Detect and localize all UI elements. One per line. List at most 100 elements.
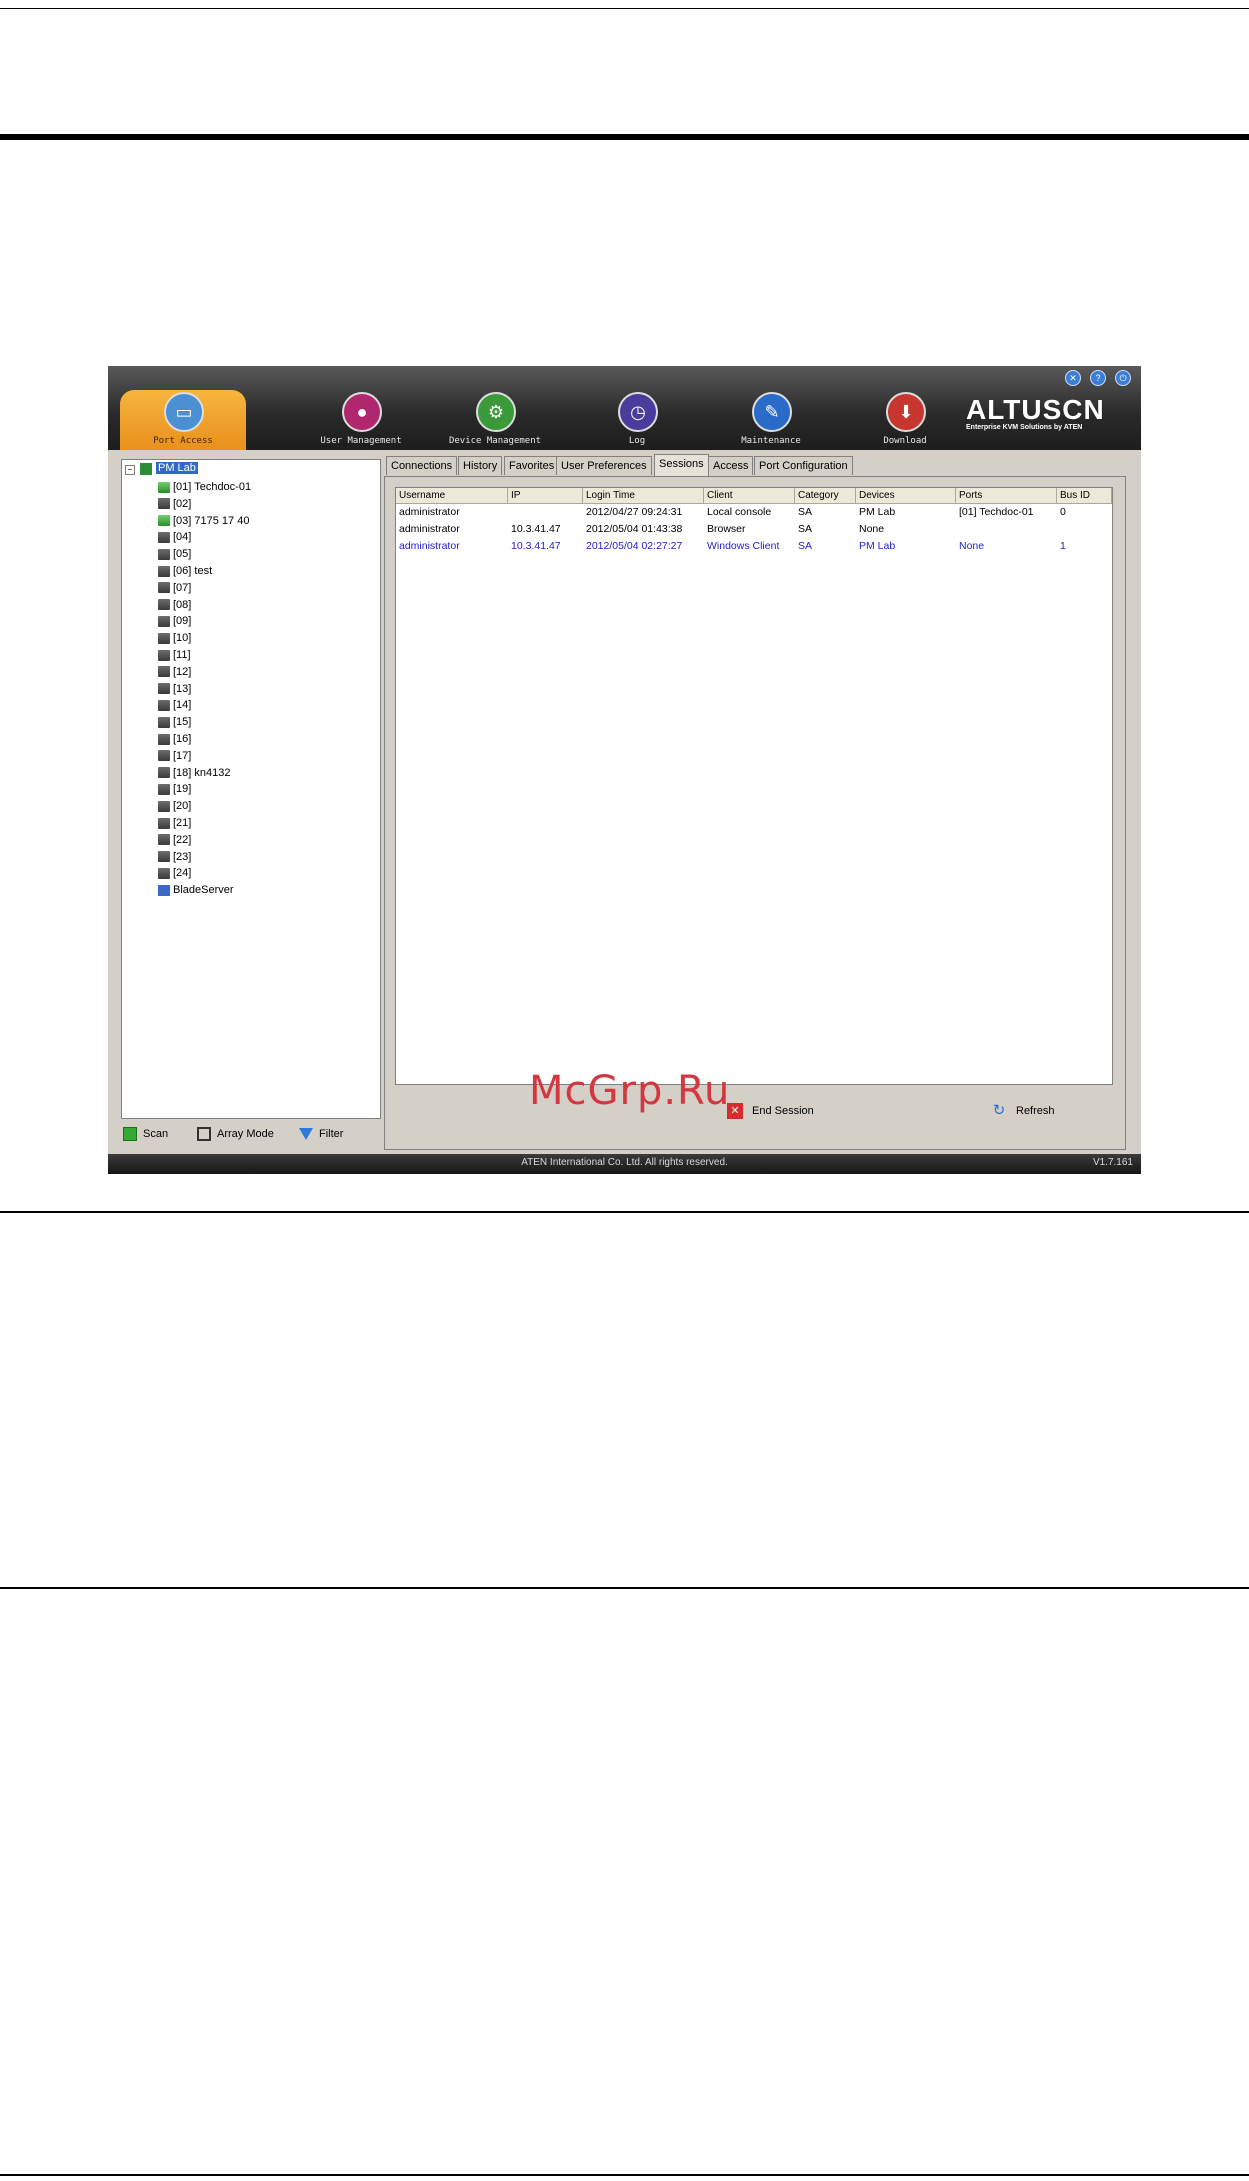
filter-icon <box>299 1128 313 1141</box>
computer-icon <box>158 615 170 627</box>
tree-item[interactable]: [10] <box>158 630 191 646</box>
nav-label: Maintenance <box>741 436 801 446</box>
tree-item[interactable]: [11] <box>158 647 191 663</box>
collapse-icon[interactable]: − <box>125 465 135 475</box>
tab-favorites[interactable]: Favorites <box>504 456 560 475</box>
cell-client: Browser <box>707 523 746 535</box>
users-icon: ● <box>342 392 382 432</box>
cell-ip: 10.3.41.47 <box>511 523 561 535</box>
tree-item-label: [20] <box>173 800 192 813</box>
tree-item-label: BladeServer <box>173 884 234 897</box>
brand-tagline: Enterprise KVM Solutions by ATEN <box>966 424 1083 431</box>
tree-item[interactable]: [01] Techdoc-01 <box>158 479 251 495</box>
column-header-login-time[interactable]: Login Time <box>583 488 704 503</box>
cell-devices: None <box>859 523 885 535</box>
tree-item[interactable]: [24] <box>158 865 191 881</box>
tree-item[interactable]: [18] kn4132 <box>158 765 231 781</box>
log-clock-icon: ◷ <box>618 392 658 432</box>
tab-history[interactable]: History <box>458 456 503 475</box>
tab-user-preferences[interactable]: User Preferences <box>556 456 652 475</box>
table-row[interactable]: administrator 10.3.41.47 2012/05/04 01:4… <box>396 521 1112 538</box>
tab-access[interactable]: Access <box>708 456 754 475</box>
tree-item-label: [16] <box>173 733 192 745</box>
cell-ports <box>956 521 959 538</box>
table-row-current-session[interactable]: administrator 10.3.41.47 2012/05/04 02:2… <box>396 538 1112 555</box>
array-mode-label: Array Mode <box>217 1128 274 1140</box>
version-text: V1.7.161 <box>1092 1157 1133 1168</box>
tree-item[interactable]: [06] test <box>158 563 212 579</box>
tree-item[interactable]: [08] <box>158 597 191 613</box>
array-mode-button[interactable]: Array Mode <box>197 1125 274 1143</box>
cell-username: administrator <box>399 523 460 535</box>
app-window: ▭ Port Access ● User Management ⚙ Device… <box>108 366 1141 1174</box>
column-header-category[interactable]: Category <box>795 488 856 503</box>
tree-item[interactable]: [23] <box>158 849 191 865</box>
column-header-ports[interactable]: Ports <box>956 488 1057 503</box>
tab-connections[interactable]: Connections <box>386 456 458 475</box>
tree-item[interactable]: [13] <box>158 681 191 697</box>
computer-icon <box>158 599 170 611</box>
column-header-client[interactable]: Client <box>704 488 795 503</box>
refresh-button[interactable]: ↻ Refresh <box>991 1103 1055 1119</box>
tree-item-label: [06] test <box>173 565 213 577</box>
tree-item[interactable]: [05] <box>158 546 191 562</box>
nav-user-management[interactable]: ● User Management <box>296 366 426 450</box>
scan-button[interactable]: Scan <box>123 1125 168 1143</box>
nav-port-access[interactable]: ▭ Port Access <box>120 366 246 450</box>
computer-icon <box>158 851 170 863</box>
tree-item[interactable]: [16] <box>158 731 191 747</box>
tab-sessions[interactable]: Sessions <box>654 454 709 476</box>
cell-devices: PM Lab <box>859 506 896 518</box>
tree-item[interactable]: BladeServer <box>158 882 234 898</box>
tree-item-label: [09] <box>173 615 192 628</box>
cell-category: SA <box>798 523 813 535</box>
brand-name: ALTUSCN <box>966 394 1105 425</box>
tree-item[interactable]: [17] <box>158 748 191 764</box>
tree-item[interactable]: [12] <box>158 664 191 680</box>
computer-icon <box>158 683 170 695</box>
computer-icon <box>158 750 170 762</box>
tree-item-label: [23] <box>173 850 192 863</box>
nav-download[interactable]: ⬇ Download <box>840 366 970 450</box>
watermark-text: McGrp.Ru <box>529 1068 731 1114</box>
cell-devices: PM Lab <box>859 540 896 552</box>
tree-item[interactable]: [02] <box>158 496 191 512</box>
tree-item-label: [07] <box>173 581 192 594</box>
nav-log[interactable]: ◷ Log <box>572 366 702 450</box>
column-header-devices[interactable]: Devices <box>856 488 956 503</box>
column-header-bus-id[interactable]: Bus ID <box>1057 488 1112 503</box>
column-header-ip[interactable]: IP <box>508 488 583 503</box>
sessions-panel: Username IP Login Time Client Category D… <box>384 476 1126 1150</box>
tree-item-label: [10] <box>173 632 192 645</box>
column-header-username[interactable]: Username <box>396 488 508 503</box>
tree-item[interactable]: [14] <box>158 697 191 713</box>
cell-ports: None <box>959 540 985 552</box>
tree-item[interactable]: [19] <box>158 781 191 797</box>
tree-item[interactable]: [09] <box>158 613 191 629</box>
top-nav-bar: ▭ Port Access ● User Management ⚙ Device… <box>108 366 1141 450</box>
tree-item[interactable]: [22] <box>158 832 191 848</box>
logout-icon[interactable]: ⏻ <box>1115 370 1131 386</box>
computer-icon <box>158 817 170 829</box>
cell-ip: 10.3.41.47 <box>511 540 561 552</box>
nav-device-management[interactable]: ⚙ Device Management <box>430 366 560 450</box>
tree-item[interactable]: [04] <box>158 529 191 545</box>
nav-maintenance[interactable]: ✎ Maintenance <box>706 366 836 450</box>
help-icon[interactable]: ? <box>1090 370 1106 386</box>
tree-item[interactable]: [21] <box>158 815 191 831</box>
tree-item[interactable]: [15] <box>158 714 191 730</box>
brand-logo: ALTUSCN Enterprise KVM Solutions by ATEN <box>966 394 1136 431</box>
computer-icon <box>158 498 170 510</box>
tree-item[interactable]: [20] <box>158 798 191 814</box>
tree-item-label: [17] <box>173 749 192 762</box>
computer-icon <box>158 548 170 560</box>
section-rule <box>0 1211 1249 1213</box>
tab-port-configuration[interactable]: Port Configuration <box>754 456 853 475</box>
table-row[interactable]: administrator 2012/04/27 09:24:31 Local … <box>396 504 1112 521</box>
tree-item[interactable]: [07] <box>158 580 191 596</box>
close-icon[interactable]: ✕ <box>1065 370 1081 386</box>
filter-button[interactable]: Filter <box>299 1125 343 1143</box>
tree-item[interactable]: [03] 7175 17 40 <box>158 513 249 529</box>
end-session-button[interactable]: ✕ End Session <box>727 1103 814 1120</box>
tree-root[interactable]: PM Lab <box>156 462 198 474</box>
